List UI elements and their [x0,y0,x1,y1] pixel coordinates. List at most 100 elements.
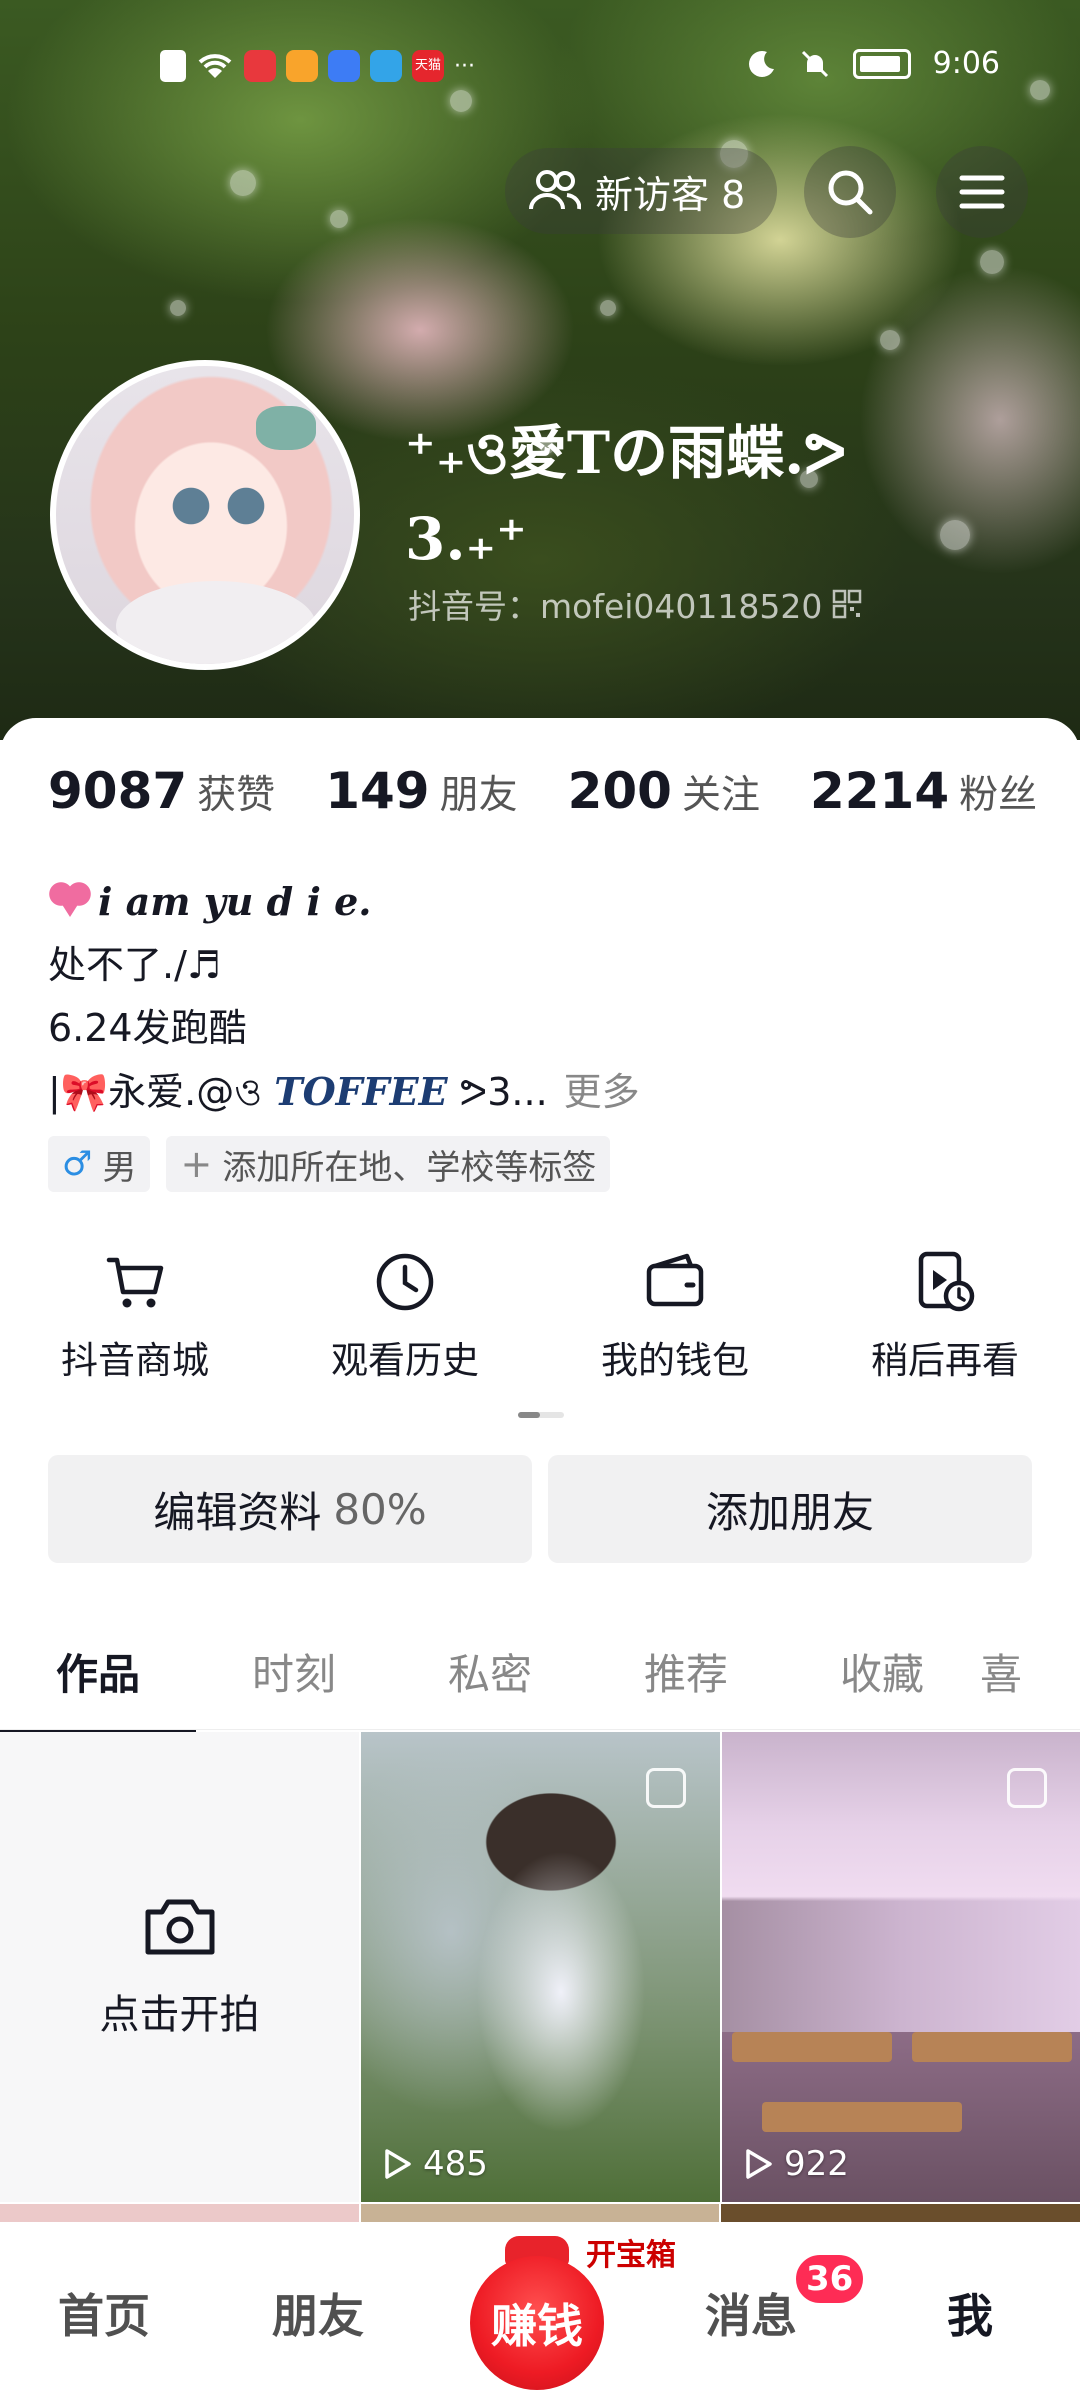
desk-decoration [912,2032,1072,2062]
start-shooting-label: 点击开拍 [99,1992,260,2038]
nav-messages[interactable]: 消息 [705,2280,797,2346]
bio-line-3: 6.24发跑酷 [48,1006,247,1050]
qr-code-icon[interactable] [832,589,862,619]
profile-stats: 9087 获赞 149 朋友 200 关注 2214 粉丝 [48,762,1037,820]
watch-later-icon [918,1251,975,1312]
play-count: 922 [740,2144,849,2184]
profile-nickname[interactable]: ⁺₊ও愛Tの雨蝶.ᕗ 3.₊⁺ [405,410,925,582]
tool-wallet[interactable]: 我的钱包 [540,1250,810,1384]
douyin-id[interactable]: 抖音号：mofei040118520 [408,580,862,628]
plus-icon: + [180,1142,213,1186]
visitors-icon [529,170,581,210]
menu-icon [959,175,1005,209]
start-shooting-tile[interactable]: 点击开拍 [0,1732,359,2202]
edit-profile-button[interactable]: 编辑资料 80% [48,1455,532,1563]
bio-line-1: i am yu d i e. [48,870,640,934]
stat-likes[interactable]: 9087 获赞 [48,762,275,820]
stat-likes-value: 9087 [48,762,188,820]
bio-line-2: 处不了./♬ [48,943,221,987]
book-app-icon [244,50,276,82]
desk-decoration [762,2102,962,2132]
stat-followers[interactable]: 2214 粉丝 [810,762,1037,820]
male-icon: ♂ [62,1144,93,1184]
tool-wallet-label: 我的钱包 [601,1339,749,1382]
profile-completion-percent: 80% [333,1484,427,1534]
video-thumbnail[interactable]: 485 [361,1732,720,2202]
profile-bio[interactable]: i am yu d i e. 处不了./♬ 6.24发跑酷 |🎀永爱.@ও TO… [48,870,640,1124]
bio-line-4-text: 永爱.@ও [108,1070,263,1114]
tools-row: 抖音商城 观看历史 我的钱包 稍后再看 [0,1250,1080,1384]
video-app-icon [286,50,318,82]
nav-home[interactable]: 首页 [58,2280,150,2346]
works-grid: 点击开拍 485 922 [0,1732,1080,2202]
alert-icon [160,50,186,82]
bio-more-link[interactable]: 更多 [564,1070,640,1114]
new-visitors-button[interactable]: 新访客 8 [505,148,778,234]
pink-heart-icon [48,881,92,921]
play-icon [385,2149,411,2179]
bio-mention-toffee[interactable]: TOFFEE [274,1069,447,1114]
tab-favorites[interactable]: 收藏 [784,1630,980,1729]
tools-page-indicator [518,1412,564,1418]
menu-button[interactable] [936,146,1028,238]
add-tag-label: 添加所在地、学校等标签 [222,1147,597,1188]
game-app-icon [370,50,402,82]
ribbon-bow-icon: 🎀 [60,1070,109,1114]
play-count-value: 922 [784,2144,849,2184]
moon-icon [748,50,774,77]
bio-line-4-prefix: | [48,1070,61,1114]
tab-moments[interactable]: 时刻 [196,1630,392,1729]
stat-friends[interactable]: 149 朋友 [325,762,517,820]
video-thumbnail-partial[interactable] [360,2204,720,2224]
add-friends-button[interactable]: 添加朋友 [548,1455,1032,1563]
avatar[interactable] [50,360,360,670]
add-friends-label: 添加朋友 [705,1487,874,1537]
nav-earn-label: 赚钱 [491,2299,583,2353]
stat-followers-label: 粉丝 [959,773,1038,818]
content-tabs: 作品 时刻 私密 推荐 收藏 喜 [0,1630,1080,1735]
add-tag-button[interactable]: + 添加所在地、学校等标签 [166,1136,611,1192]
profile-tags: ♂ 男 + 添加所在地、学校等标签 [48,1136,611,1192]
tab-works[interactable]: 作品 [0,1630,196,1735]
video-thumbnail-partial[interactable] [0,2204,359,2224]
stat-followers-value: 2214 [809,762,950,820]
play-count-value: 485 [423,2144,488,2184]
nav-friends[interactable]: 朋友 [272,2280,364,2346]
next-row-thumbnails [0,2204,1080,2224]
tool-watch-later[interactable]: 稍后再看 [810,1250,1080,1384]
mute-bell-icon [801,50,828,77]
edit-profile-label: 编辑资料 [153,1487,322,1537]
status-system-icons: 9:06 [747,46,1000,81]
bio-line-4-suffix: ᕗ3... [459,1070,548,1114]
nav-earn-button[interactable]: 赚钱 [470,2256,604,2390]
gender-tag[interactable]: ♂ 男 [48,1136,151,1192]
nav-me[interactable]: 我 [947,2280,993,2346]
tool-watch-history-label: 观看历史 [331,1339,479,1382]
video-thumbnail-partial[interactable] [721,2204,1080,2224]
stat-following-value: 200 [567,762,672,820]
select-checkbox[interactable] [1007,1768,1047,1808]
douyin-id-text: 抖音号：mofei040118520 [408,587,823,626]
tab-private[interactable]: 私密 [392,1630,588,1729]
tool-douyin-mall[interactable]: 抖音商城 [0,1250,270,1384]
tab-likes[interactable]: 喜 [980,1630,1080,1729]
stat-friends-label: 朋友 [439,773,518,818]
tool-douyin-mall-label: 抖音商城 [61,1339,209,1382]
tool-watch-later-label: 稍后再看 [871,1339,1019,1382]
gender-label: 男 [102,1147,137,1188]
tab-recommended[interactable]: 推荐 [588,1630,784,1729]
play-icon [746,2149,772,2179]
status-app-icons: 天猫 ··· [160,50,475,82]
video-thumbnail[interactable]: 922 [722,1732,1080,2202]
music-app-icon [328,50,360,82]
tool-watch-history[interactable]: 观看历史 [270,1250,540,1384]
search-icon [828,170,873,215]
stat-friends-value: 149 [325,762,430,820]
search-button[interactable] [804,146,896,238]
bio-line-1-text: i am yu d i e. [98,879,372,924]
stat-following[interactable]: 200 关注 [568,762,760,820]
stat-likes-label: 获赞 [197,773,276,818]
select-checkbox[interactable] [646,1768,686,1808]
open-treasure-chest-label[interactable]: 开宝箱 [580,2230,682,2274]
status-bar: 天猫 ··· 9:06 [0,44,1080,92]
